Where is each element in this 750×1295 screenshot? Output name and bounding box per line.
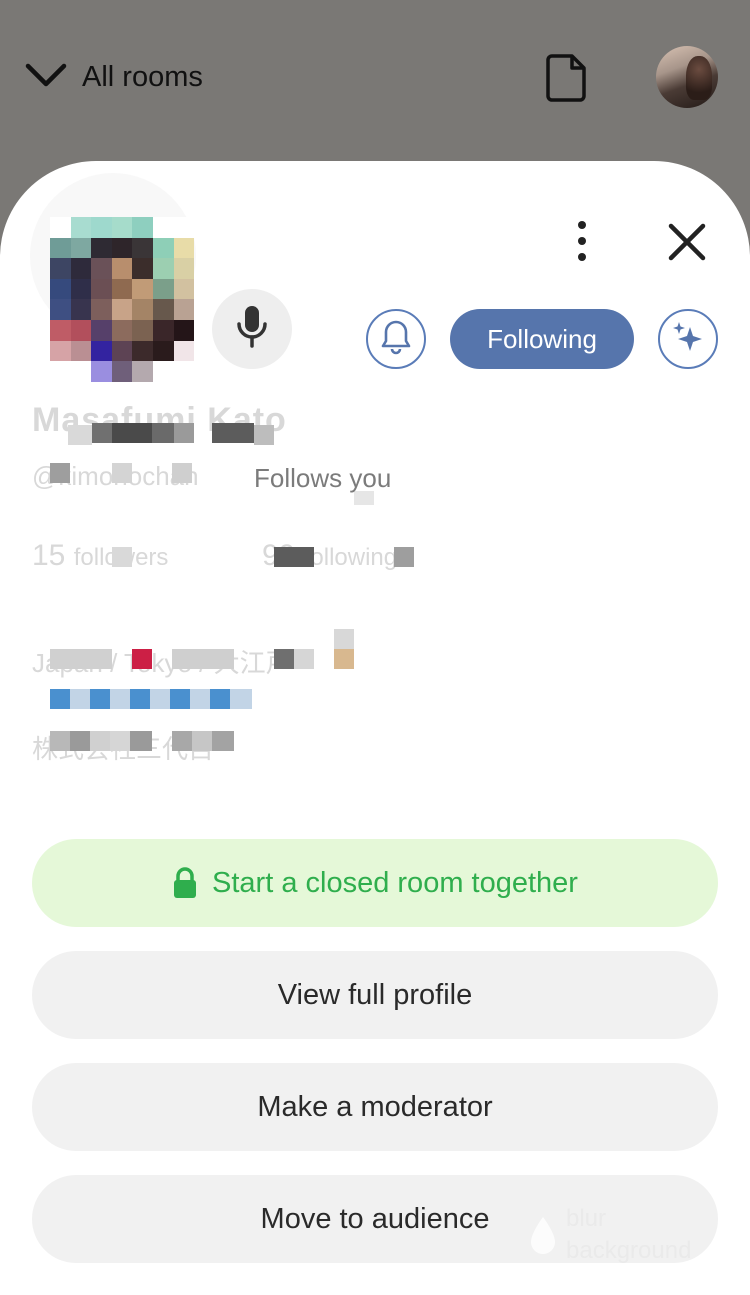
censor-block <box>112 463 132 483</box>
notification-bell-button[interactable] <box>366 309 426 369</box>
censor-block <box>110 689 130 709</box>
censor-block <box>50 731 70 751</box>
watermark-line1: blur <box>566 1205 607 1232</box>
my-avatar[interactable] <box>656 46 718 108</box>
sparkle-button[interactable] <box>658 309 718 369</box>
chevron-down-icon <box>24 60 68 95</box>
censor-block <box>92 423 112 443</box>
view-full-profile-button[interactable]: View full profile <box>32 951 718 1039</box>
censor-block <box>274 547 314 567</box>
watermark-line2: background <box>566 1237 692 1264</box>
censor-block <box>230 689 252 709</box>
censor-block <box>192 731 212 751</box>
lock-icon <box>172 867 198 899</box>
censor-block <box>190 689 210 709</box>
close-icon[interactable] <box>664 219 710 265</box>
following-label: following <box>303 544 398 571</box>
censor-block <box>70 689 90 709</box>
start-closed-room-button[interactable]: Start a closed room together <box>32 839 718 927</box>
censor-block <box>68 425 92 445</box>
censor-block <box>212 423 254 443</box>
avatar-pixelated-image <box>50 217 195 382</box>
droplet-icon <box>528 1215 558 1266</box>
microphone-icon <box>235 304 269 355</box>
censor-block <box>112 547 132 567</box>
more-options-icon[interactable] <box>566 219 598 267</box>
censor-block <box>112 423 152 443</box>
censor-block <box>172 731 192 751</box>
profile-avatar <box>30 173 200 383</box>
censor-block <box>172 463 192 483</box>
censor-block <box>130 689 150 709</box>
censor-block <box>110 731 130 751</box>
censor-block <box>334 629 354 649</box>
sparkle-icon <box>670 319 706 360</box>
censor-block <box>130 731 152 751</box>
bell-icon <box>379 319 413 360</box>
censor-block <box>50 649 112 669</box>
censor-block <box>334 649 354 669</box>
all-rooms-label: All rooms <box>82 60 203 93</box>
all-rooms-button[interactable]: All rooms <box>24 52 203 102</box>
censor-block <box>90 689 110 709</box>
microphone-button[interactable] <box>212 289 292 369</box>
censor-block <box>394 547 414 567</box>
censor-block <box>294 649 314 669</box>
profile-sheet: Following Masafumi Kato @kimonochan Foll… <box>0 161 750 1295</box>
start-closed-room-label: Start a closed room together <box>212 866 578 899</box>
censor-block <box>50 463 70 483</box>
censor-block <box>50 689 70 709</box>
censor-block <box>170 689 190 709</box>
censor-block <box>254 425 274 445</box>
document-icon[interactable] <box>544 52 590 104</box>
censor-block <box>212 731 234 751</box>
censor-block <box>150 689 170 709</box>
watermark-text: blur background <box>566 1203 691 1267</box>
followers-number: 15 <box>32 539 66 572</box>
censor-block <box>174 423 194 443</box>
censor-block <box>274 649 294 669</box>
censor-block <box>172 649 234 669</box>
censor-block <box>210 689 230 709</box>
censor-block <box>132 649 152 669</box>
make-moderator-button[interactable]: Make a moderator <box>32 1063 718 1151</box>
following-button[interactable]: Following <box>450 309 634 369</box>
blur-background-watermark: blur background <box>528 1203 748 1273</box>
top-bar: All rooms <box>0 0 750 160</box>
censor-block <box>70 731 90 751</box>
followers-count[interactable]: 15 followers <box>32 539 168 573</box>
censor-block <box>152 423 174 443</box>
censor-block <box>90 731 110 751</box>
follows-you-label: Follows you <box>254 463 392 493</box>
